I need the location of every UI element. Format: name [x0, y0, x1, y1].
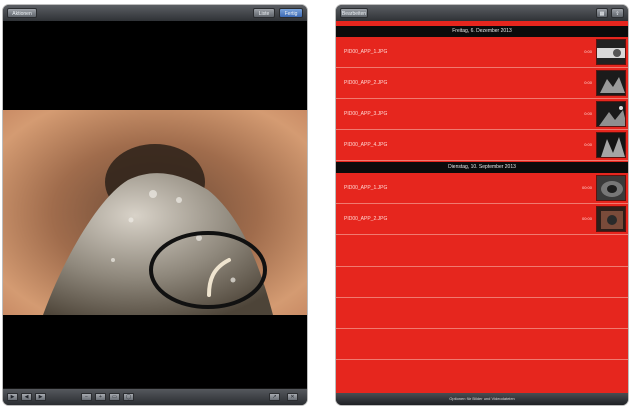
section-header: Freitag, 6. Dezember 2013: [336, 26, 628, 37]
viewer-bottom-toolbar: ▶ ◀ ▶ − + ▭ ◯ ↗ ✕: [3, 388, 307, 405]
list-item[interactable]: PID00_APP_1.JPG 00:00: [336, 173, 628, 204]
trash-icon[interactable]: ✕: [287, 393, 298, 401]
thumbnail-image: [596, 206, 626, 232]
file-name: PID00_APP_2.JPG: [344, 80, 388, 86]
viewer-top-bar: Aktionen Liste Fertig: [3, 5, 307, 22]
file-time: 00:00: [581, 185, 592, 190]
play-icon[interactable]: ▶: [7, 393, 18, 401]
edit-button[interactable]: Bearbeiten: [340, 8, 368, 18]
list-item[interactable]: PID00_APP_2.JPG 00:00: [336, 204, 628, 235]
file-time: 0:00: [584, 142, 592, 147]
file-name: PID00_APP_1.JPG: [344, 185, 388, 191]
file-time: 0:00: [584, 111, 592, 116]
actions-button[interactable]: Aktionen: [7, 8, 37, 18]
grid-view-icon[interactable]: ▦: [596, 8, 608, 18]
share-icon[interactable]: ↗: [269, 393, 280, 401]
thumbnail-image: [596, 70, 626, 96]
file-list: Freitag, 6. Dezember 2013 PID00_APP_1.JP…: [336, 21, 628, 393]
viewer-tablet: Aktionen Liste Fertig ▶ ◀ ▶ − + ▭ ◯ ↗ ✕: [3, 5, 307, 405]
thumbnail-image: [596, 175, 626, 201]
file-name: PID00_APP_3.JPG: [344, 111, 388, 117]
file-name: PID00_APP_1.JPG: [344, 49, 388, 55]
zoom-in-icon[interactable]: +: [95, 393, 106, 401]
thumbnail-image: [596, 101, 626, 127]
list-top-bar: Bearbeiten ▦ ⇪: [336, 5, 628, 22]
rewind-icon[interactable]: ◀: [21, 393, 32, 401]
viewer-letterbox-top: [3, 21, 307, 110]
viewer-letterbox-bottom: [3, 315, 307, 389]
file-time: 0:00: [584, 80, 592, 85]
thumbnail-image: [596, 39, 626, 65]
file-name: PID00_APP_4.JPG: [344, 142, 388, 148]
row-separator: [336, 297, 628, 298]
list-item[interactable]: PID00_APP_3.JPG 0:00: [336, 99, 628, 130]
list-item[interactable]: PID00_APP_1.JPG 0:00: [336, 37, 628, 68]
list-item[interactable]: PID00_APP_4.JPG 0:00: [336, 130, 628, 161]
forward-icon[interactable]: ▶: [35, 393, 46, 401]
file-time: 00:00: [581, 216, 592, 221]
file-time: 0:00: [584, 49, 592, 54]
list-tablet: Bearbeiten ▦ ⇪ Freitag, 6. Dezember 2013…: [336, 5, 628, 405]
thumbnail-image: [596, 132, 626, 158]
export-icon[interactable]: ⇪: [611, 8, 624, 18]
file-name: PID00_APP_2.JPG: [344, 216, 388, 222]
row-separator: [336, 359, 628, 360]
row-separator: [336, 328, 628, 329]
inspection-image[interactable]: [3, 110, 307, 315]
crop-icon[interactable]: ▭: [109, 393, 120, 401]
status-bar: Optionen für Bilder und Videodateien: [336, 393, 628, 405]
row-separator: [336, 266, 628, 267]
list-button[interactable]: Liste: [253, 8, 275, 18]
mark-icon[interactable]: ◯: [123, 393, 134, 401]
list-item[interactable]: PID00_APP_2.JPG 0:00: [336, 68, 628, 99]
done-button[interactable]: Fertig: [279, 8, 303, 18]
zoom-out-icon[interactable]: −: [81, 393, 92, 401]
section-header: Dienstag, 10. September 2013: [336, 162, 628, 173]
